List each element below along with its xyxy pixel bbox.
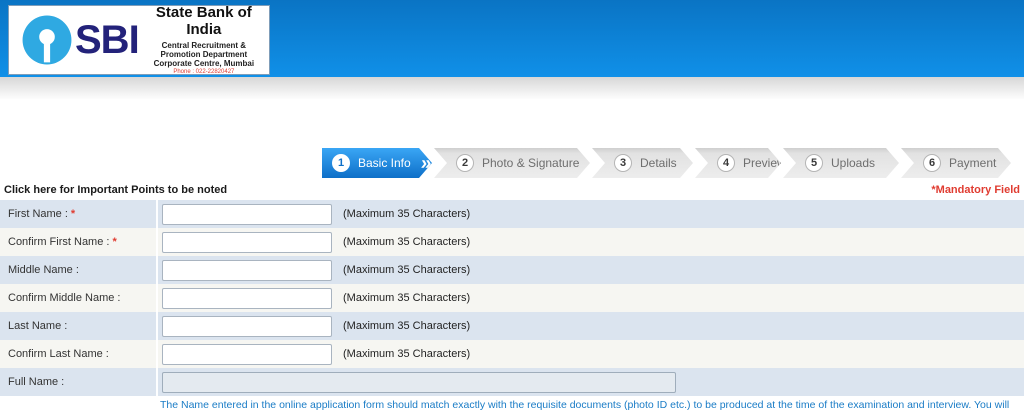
step-label: Payment [949,156,997,170]
field-label: Last Name : [0,312,158,340]
first-name-input[interactable] [162,203,332,225]
step-number-badge: 5 [805,154,823,172]
header-shadow-strip [0,77,1024,99]
field-input-cell: (Maximum 35 Characters) [158,259,471,281]
sbi-logo-box: SBI State Bank of India Central Recruitm… [8,4,270,76]
required-asterisk: * [112,236,117,248]
step-label: Details [640,156,677,170]
double-chevron-icon: » [419,152,431,174]
field-label: Confirm First Name : * [0,228,158,256]
form-row: Confirm Middle Name : (Maximum 35 Charact… [0,284,1024,312]
field-label: Confirm Last Name : [0,340,158,368]
wizard-step-photo-signature[interactable]: 2 Photo & Signature [434,148,590,178]
form-row: First Name : * (Maximum 35 Characters) [0,200,1024,228]
sbi-brand: SBI [21,14,140,66]
important-points-link[interactable]: Click here for Important Points to be no… [4,184,227,196]
step-label: Photo & Signature [482,156,580,170]
step-number-badge: 6 [923,154,941,172]
step-number-badge: 3 [614,154,632,172]
org-centre: Corporate Centre, Mumbai [153,58,255,68]
sbi-emblem-icon [22,15,72,65]
step-wizard: 1 Basic Info» 2 Photo & Signature 3 Details 4 P… [322,148,1024,178]
step-number-badge: 1 [332,154,350,172]
middle-name-input[interactable] [162,259,332,281]
step-label: Basic Info [358,156,411,170]
basic-info-form: First Name : * (Maximum 35 Characters) Conf… [0,200,1024,396]
field-input-cell: (Maximum 35 Characters) [158,343,471,365]
form-row: Middle Name : (Maximum 35 Characters) [0,256,1024,284]
wizard-step-details[interactable]: 3 Details [592,148,693,178]
field-input-cell: (Maximum 35 Characters) [158,287,471,309]
required-asterisk: * [70,208,76,220]
field-label: Confirm Middle Name : [0,284,158,312]
step-number-badge: 4 [717,154,735,172]
form-row: Confirm Last Name : (Maximum 35 Character… [0,340,1024,368]
org-text-block: State Bank of India Central Recruitment … [139,4,263,76]
form-row: Confirm First Name : * (Maximum 35 Charact… [0,228,1024,256]
max-characters-hint: (Maximum 35 Characters) [343,348,471,360]
field-input-cell [158,371,676,393]
field-input-cell: (Maximum 35 Characters) [158,203,471,225]
max-characters-hint: (Maximum 35 Characters) [343,264,471,276]
wizard-step-preview[interactable]: 4 Preview [695,148,781,178]
max-characters-hint: (Maximum 35 Characters) [343,208,471,220]
max-characters-hint: (Maximum 35 Characters) [343,292,471,304]
last-name-input[interactable] [162,315,332,337]
step-label: Preview [743,156,786,170]
mandatory-field-note: *Mandatory Field [931,184,1020,196]
org-department: Central Recruitment & Promotion Departme… [160,40,248,59]
step-label: Uploads [831,156,876,170]
field-input-cell: (Maximum 35 Characters) [158,315,471,337]
org-name: State Bank of India [155,4,252,39]
wizard-step-payment[interactable]: 6 Payment [901,148,1011,178]
field-label: Full Name : [0,368,158,396]
wizard-step-basic-info[interactable]: 1 Basic Info » [322,148,432,178]
sbi-logo-text: SBI [75,18,140,62]
field-label: First Name : * [0,200,158,228]
meta-row: Click here for Important Points to be no… [0,183,1024,197]
confirm-middle-name-input[interactable] [162,287,332,309]
confirm-first-name-input[interactable] [162,231,332,253]
confirm-last-name-input[interactable] [162,343,332,365]
max-characters-hint: (Maximum 35 Characters) [343,236,471,248]
field-label: Middle Name : [0,256,158,284]
full-name-input [162,371,676,393]
page-header: SBI State Bank of India Central Recruitm… [0,0,1024,77]
org-phone: Phone : 022-22820427 [173,69,235,76]
name-match-note: The Name entered in the online applicati… [160,399,1010,410]
form-row: Full Name : [0,368,1024,396]
form-row: Last Name : (Maximum 35 Characters) [0,312,1024,340]
max-characters-hint: (Maximum 35 Characters) [343,320,471,332]
step-number-badge: 2 [456,154,474,172]
wizard-step-uploads[interactable]: 5 Uploads [783,148,899,178]
field-input-cell: (Maximum 35 Characters) [158,231,471,253]
